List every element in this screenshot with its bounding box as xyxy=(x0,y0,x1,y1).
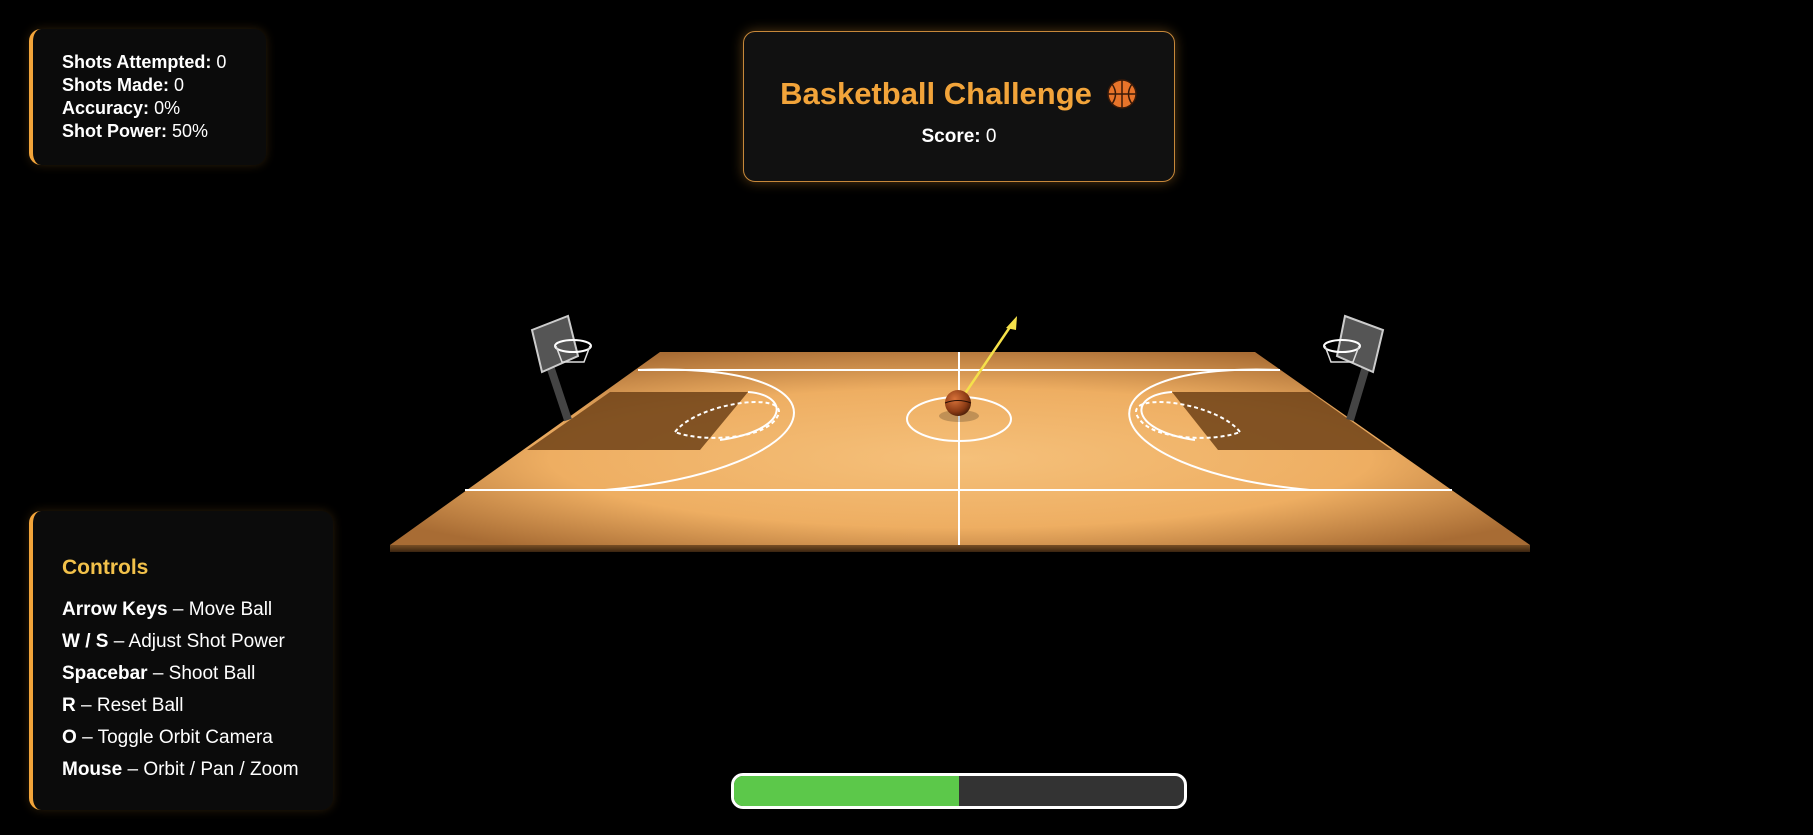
shot-power-label: Shot Power: xyxy=(62,121,168,141)
control-key: R xyxy=(62,695,76,716)
controls-panel: Controls Arrow Keys – Move Ball W / S – … xyxy=(29,511,333,810)
shots-attempted: Shots Attempted: 0 xyxy=(62,51,266,74)
shot-power-value: 50% xyxy=(172,121,209,141)
shot-power: Shot Power: 50% xyxy=(62,120,266,143)
controls-title: Controls xyxy=(62,556,149,579)
control-action: – Move Ball xyxy=(172,599,273,620)
score-value: 0 xyxy=(985,126,997,147)
left-hoop xyxy=(530,314,592,422)
control-key: O xyxy=(62,727,77,748)
accuracy-value: 0% xyxy=(154,98,181,118)
shots-made-label: Shots Made: xyxy=(62,75,170,95)
shots-made-value: 0 xyxy=(174,75,185,95)
game-title: Basketball Challenge xyxy=(744,76,1174,112)
score: Score: 0 xyxy=(744,126,1174,148)
game-stage: Shots Attempted: 0 Shots Made: 0 Accurac… xyxy=(0,0,1813,835)
accuracy-label: Accuracy: xyxy=(62,98,150,118)
accuracy: Accuracy: 0% xyxy=(62,97,266,120)
control-action: – Reset Ball xyxy=(81,695,184,716)
score-label: Score: xyxy=(921,126,981,147)
control-action: – Shoot Ball xyxy=(152,663,256,684)
control-action: – Toggle Orbit Camera xyxy=(82,727,273,748)
control-key: W / S xyxy=(62,631,109,652)
control-row: W / S – Adjust Shot Power xyxy=(62,626,333,658)
shot-power-bar xyxy=(731,773,1187,809)
control-key: Mouse xyxy=(62,759,123,780)
control-key: Spacebar xyxy=(62,663,148,684)
control-key: Arrow Keys xyxy=(62,599,168,620)
control-row: O – Toggle Orbit Camera xyxy=(62,722,333,754)
stats-panel: Shots Attempted: 0 Shots Made: 0 Accurac… xyxy=(29,29,266,165)
control-row: Spacebar – Shoot Ball xyxy=(62,658,333,690)
control-row: R – Reset Ball xyxy=(62,690,333,722)
shots-attempted-value: 0 xyxy=(216,52,227,72)
basketball-icon xyxy=(1106,78,1138,110)
shot-power-fill xyxy=(734,776,959,806)
game-title-text: Basketball Challenge xyxy=(780,76,1092,111)
control-row: Mouse – Orbit / Pan / Zoom xyxy=(62,754,333,786)
control-action: – Orbit / Pan / Zoom xyxy=(127,759,299,780)
control-row: Arrow Keys – Move Ball xyxy=(62,594,333,626)
shots-made: Shots Made: 0 xyxy=(62,74,266,97)
right-hoop xyxy=(1323,314,1385,422)
title-panel: Basketball Challenge Score: 0 xyxy=(743,31,1175,182)
shots-attempted-label: Shots Attempted: xyxy=(62,52,212,72)
control-action: – Adjust Shot Power xyxy=(113,631,285,652)
